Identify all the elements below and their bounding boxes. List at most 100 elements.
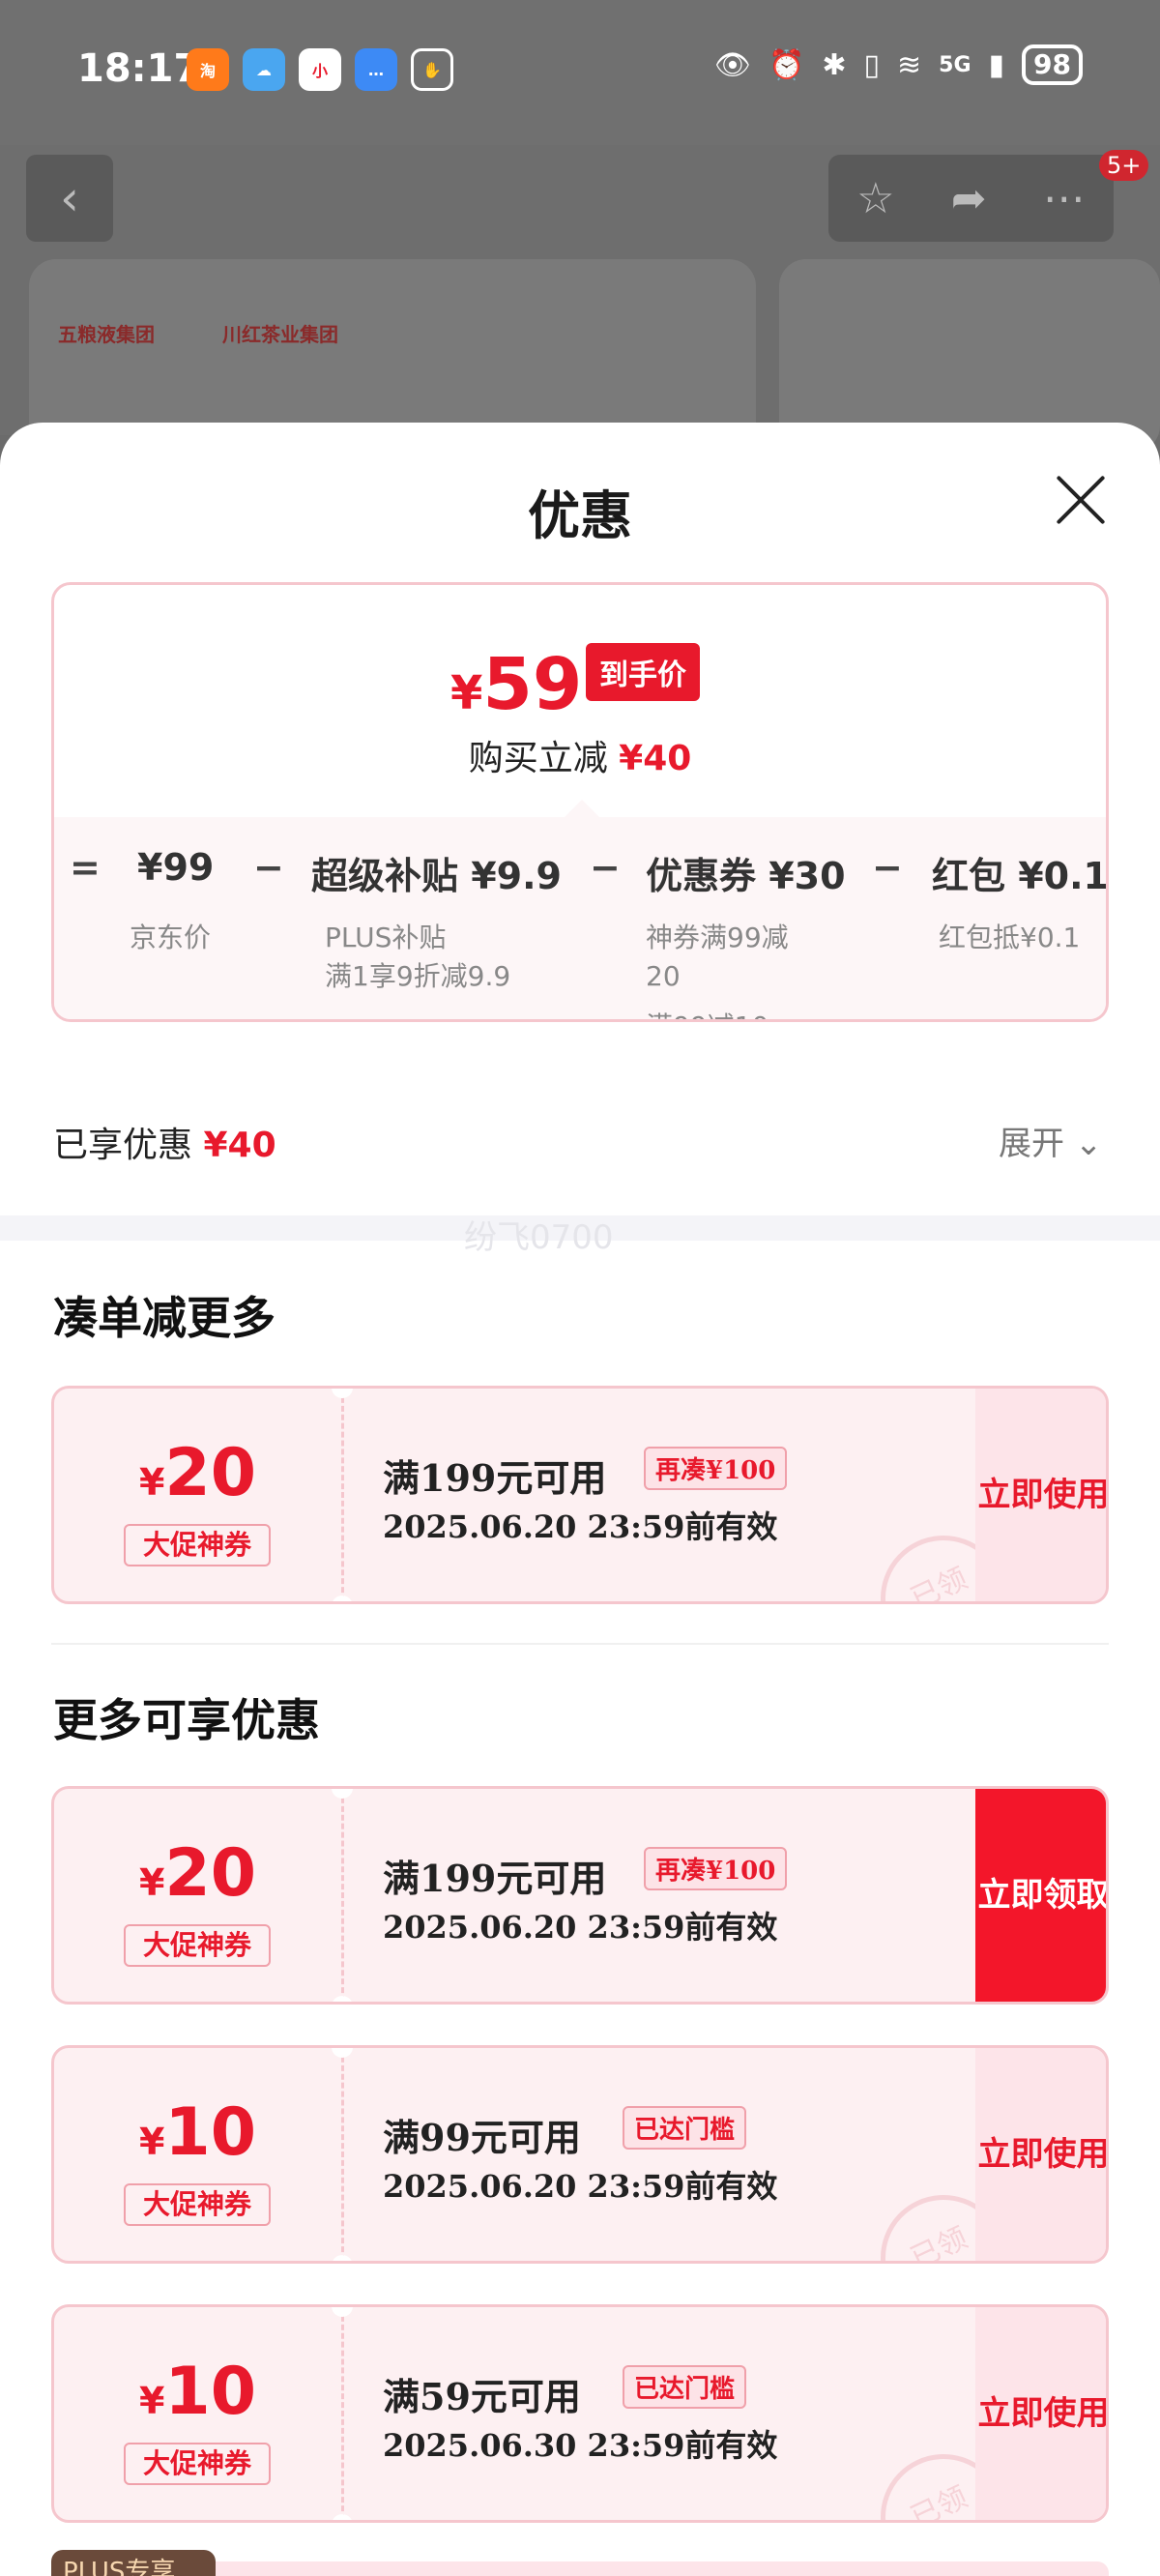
section-title-combine: 凑单减更多 [53,1292,276,1344]
coupon-expiry: 2025.06.30 23:59前有效 [383,2427,778,2464]
use-coupon-button[interactable]: 立即 使用 [975,2048,1109,2261]
bluetooth-icon: ✱ [822,47,847,82]
coupon-notch [332,2048,353,2058]
reduce-value: ¥40 [619,739,692,778]
coupon-amount-value: 20 [164,1435,257,1511]
coupon-condition: 满199元可用 [383,1857,607,1900]
notification-badge: 5+ [1099,150,1149,181]
divider [51,1643,1109,1645]
coupon-separator [341,1789,344,2002]
top-action-bar: ☆ ➦ ⋯ [828,155,1114,242]
back-button[interactable]: ‹ [26,155,113,242]
eye-icon: 👁 [713,47,751,82]
coupon-currency: ¥ [138,1861,165,1904]
reduce-label: 购买立减 [468,739,608,778]
taobao-app-icon: 淘 [187,48,229,91]
red-packet-detail: 红包抵¥0.1 [939,922,1081,953]
coupon-separator [341,1389,344,1601]
jd-price-value: ¥99 [137,846,215,889]
coupon-currency: ¥ [138,2380,165,2422]
coupon-notch [332,1595,353,1601]
coupon-separator [341,2048,344,2261]
coupon-card: ¥20 大促神券 满199元可用 再凑¥100 2025.06.20 23:59… [51,1386,1109,1604]
coupon-notch [332,1389,353,1398]
final-price-tag: 到手价 [586,643,700,701]
hand-app-icon: ✋ [411,48,453,91]
brand-partner: 川红茶业集团 [222,323,338,346]
status-bar: 18:17 淘 ☁ 小 … ✋ 👁 ⏰ ✱ ▯ ≋ 5G ▮ 98 [0,0,1160,145]
use-coupon-button[interactable]: 立即 使用 [975,2307,1109,2520]
coupon-currency: ¥ [138,1461,165,1504]
coupon-separator [341,2307,344,2520]
expand-button[interactable]: 展开 ⌄ [999,1117,1102,1164]
coupon-expiry: 2025.06.20 23:59前有效 [383,2168,778,2205]
claim-coupon-button[interactable]: 立即 领取 [975,1789,1109,2002]
currency-symbol: ¥ [450,666,483,720]
more-icon[interactable]: ⋯ [1043,174,1086,223]
coupon-detail-2: 满99减10 [646,1007,768,1019]
coupon-condition: 满199元可用 [383,1456,607,1500]
coupon-notch [332,2255,353,2261]
weather-app-icon: ☁ [243,48,285,91]
coupon-card: ¥20 大促神券 满199元可用 再凑¥100 2025.06.20 23:59… [51,1786,1109,2005]
button-line-2: 领取 [1043,1876,1109,1915]
status-time: 18:17 [77,46,201,91]
coupon-value: 优惠券 ¥30 [646,855,846,897]
coupon-notch [332,1996,353,2002]
coupon-type: 大促神券 [124,1524,271,1566]
coupon-tag: 已达门槛 [623,2365,747,2409]
coupon-amount: ¥10 [54,2094,341,2171]
coupon-tag: 已达门槛 [623,2106,747,2150]
button-line-2: 使用 [1043,1476,1109,1514]
coupon-tag: 再凑¥100 [644,1447,788,1490]
coupon-currency: ¥ [138,2121,165,2163]
coupon-amount: ¥20 [54,1835,341,1912]
coupon-type: 大促神券 [124,2183,271,2226]
coupon-amount: ¥20 [54,1435,341,1511]
final-price: ¥59 [450,643,582,726]
red-packet-value: 红包 ¥0.1 [932,855,1109,897]
use-coupon-button[interactable]: 立即 使用 [975,1389,1109,1601]
button-line-2: 使用 [1043,2135,1109,2174]
enjoyed-discount: 已享优惠 ¥40 [53,1117,276,1167]
sheet-title: 优惠 [528,484,632,546]
equals-sign: = [70,846,101,889]
plus-subsidy-detail: 满1享9折减9.9 [325,960,511,992]
status-app-icons: 淘 ☁ 小 … ✋ [187,48,453,91]
coupon-tag: 再凑¥100 [644,1847,788,1890]
status-indicators: 👁 ⏰ ✱ ▯ ≋ 5G ▮ 98 [714,44,1083,85]
coupon-detail-1b: 20 [646,960,681,992]
minus-sign: − [872,846,903,889]
coupon-condition: 满99元可用 [383,2116,581,2159]
button-line-1: 立即 [977,1476,1044,1514]
expand-label: 展开 [999,1125,1064,1163]
jd-price-label: 京东价 [130,922,212,953]
button-line-1: 立即 [977,2394,1044,2433]
coupon-amount-value: 10 [164,2354,257,2430]
star-icon[interactable]: ☆ [856,174,894,223]
vibrate-icon: ▯ [863,47,880,82]
wifi-icon: ≋ [897,47,922,82]
pointer-notch [565,800,599,817]
enjoyed-label: 已享优惠 [53,1126,193,1165]
coupon-type: 大促神券 [124,2443,271,2485]
watermark-text: 纷飞0700 [464,1218,614,1257]
button-line-2: 使用 [1043,2394,1109,2433]
reduce-line: 购买立减 ¥40 [54,730,1106,780]
signal-icon: ▮ [988,47,1005,82]
coupon-amount: ¥10 [54,2354,341,2430]
battery-indicator: 98 [1022,44,1083,85]
coupon-card: ¥10 大促神券 满59元可用 已达门槛 2025.06.30 23:59前有效… [51,2304,1109,2523]
coupon-condition: 满59元可用 [383,2375,581,2418]
super-subsidy-value: 超级补贴 ¥9.9 [311,855,562,897]
close-icon[interactable] [1054,473,1108,527]
share-icon[interactable]: ➦ [951,174,987,223]
discount-sheet: 优惠 ¥59 到手价 购买立减 ¥40 = ¥99 − 超级补贴 ¥9.9 − … [0,423,1160,2576]
plus-exclusive-tab: PLUS专享 [51,2550,216,2576]
coupon-notch [332,1789,353,1799]
price-breakdown-card: ¥59 到手价 购买立减 ¥40 = ¥99 − 超级补贴 ¥9.9 − 优惠券… [51,582,1109,1022]
minus-sign: − [590,846,621,889]
plus-subsidy-label: PLUS补贴 [325,922,447,953]
coupon-type: 大促神券 [124,1924,271,1967]
message-app-icon: … [355,48,397,91]
